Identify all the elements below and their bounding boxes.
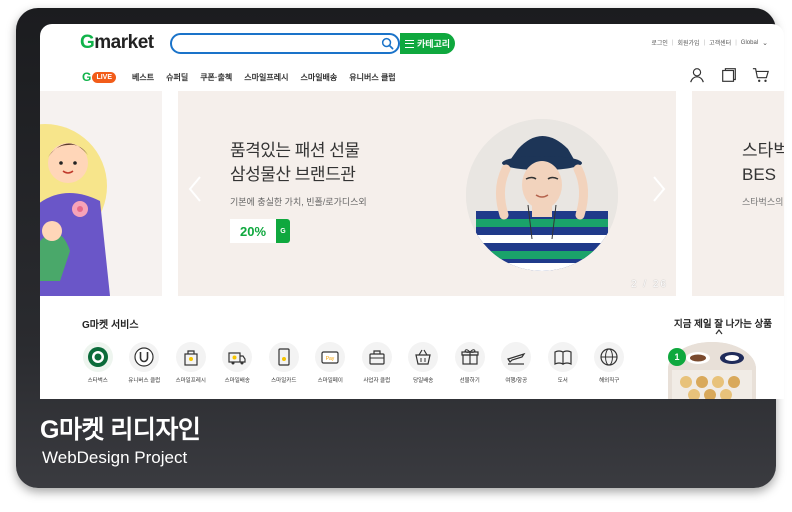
- banner-prev[interactable]: [40, 91, 162, 296]
- svg-text:Pay: Pay: [326, 356, 335, 362]
- utility-links: 로그인 | 회원가입 | 고객센터 | Global ⌄: [651, 38, 768, 48]
- service-smile-delivery[interactable]: 스마일배송: [216, 342, 260, 384]
- chevron-up-icon[interactable]: [715, 329, 723, 335]
- category-button[interactable]: 카테고리: [400, 33, 455, 54]
- rank-badge: 1: [668, 348, 686, 366]
- starbucks-icon: [87, 347, 108, 367]
- book-icon: [554, 350, 572, 365]
- service-label: 스타벅스: [87, 378, 108, 384]
- banner-pager: 2 / 26: [630, 279, 668, 290]
- website-screen: Gmarket 카테고리 로그인 | 회원가입 | 고객센터 | Global …: [40, 24, 784, 399]
- customer-center-link[interactable]: 고객센터: [709, 38, 731, 47]
- services-title: G마켓 서비스: [82, 320, 139, 331]
- nav-item-smile-delivery[interactable]: 스마일배송: [300, 72, 337, 83]
- chevron-down-icon: ⌄: [762, 39, 768, 47]
- cart-icon[interactable]: [752, 66, 770, 84]
- service-label: 유니버스 클럽: [128, 378, 161, 384]
- user-icon[interactable]: [688, 66, 706, 84]
- services-list: 스타벅스 유니버스 클럽 스마일프레시 스마일배송 스마일카드 Pay 스마일페…: [76, 342, 631, 384]
- service-smile-card[interactable]: 스마일카드: [262, 342, 306, 384]
- service-label: 도서: [557, 378, 568, 384]
- service-label: 스마일카드: [271, 378, 297, 384]
- service-label: 선물하기: [459, 378, 480, 384]
- service-label: 스마일프레시: [175, 378, 206, 384]
- discount-badge: 20%: [230, 219, 276, 243]
- nav-item-coupon[interactable]: 쿠폰·출첵: [200, 72, 232, 83]
- smile-pay-icon: Pay: [321, 351, 339, 364]
- main-nav: 베스트 슈퍼딜 쿠폰·출첵 스마일프레시 스마일배송 유니버스 클럽: [132, 72, 396, 83]
- service-travel[interactable]: 여행/항공: [495, 342, 539, 384]
- same-day-delivery-icon: [415, 349, 431, 365]
- nav-item-universe-club[interactable]: 유니버스 클럽: [349, 72, 395, 83]
- character-illustration: [40, 124, 110, 296]
- recent-items-icon[interactable]: [720, 66, 738, 84]
- smile-delivery-icon: [228, 352, 246, 365]
- divider: |: [735, 39, 737, 46]
- banner-title-line2: 삼성물산 브랜드관: [230, 165, 356, 184]
- next-banner-title-line2: BES: [742, 165, 777, 184]
- signup-link[interactable]: 회원가입: [677, 38, 699, 47]
- service-label: 당일배송: [413, 378, 434, 384]
- discount-g-badge: G: [276, 219, 290, 243]
- service-label: 사업자 클럽: [363, 378, 391, 384]
- business-club-icon: [369, 350, 385, 365]
- service-label: 스마일배송: [224, 378, 250, 384]
- service-label: 여행/항공: [505, 378, 528, 384]
- model-photo: [466, 119, 618, 271]
- project-title: G마켓 리디자인: [40, 416, 201, 444]
- banner-next[interactable]: 스타벅 BES 스타벅스의: [692, 91, 784, 296]
- service-label: 스마일페이: [317, 378, 343, 384]
- banner-subtitle: 기본에 충실한 가치, 빈폴/로가디스외: [230, 197, 367, 207]
- nav-item-best[interactable]: 베스트: [132, 72, 154, 83]
- chevron-right-icon[interactable]: [652, 175, 666, 203]
- next-banner-subtitle: 스타벅스의: [742, 197, 784, 207]
- search-icon[interactable]: [381, 37, 394, 50]
- g-live-g: G: [80, 70, 94, 84]
- banner-title: 품격있는 패션 선물 삼성물산 브랜드관: [230, 139, 360, 187]
- gift-icon: [461, 349, 479, 365]
- airplane-icon: [507, 352, 526, 365]
- service-starbucks[interactable]: 스타벅스: [76, 342, 120, 384]
- g-live-link[interactable]: G LIVE: [80, 70, 116, 84]
- logo-g: G: [80, 32, 95, 53]
- service-global[interactable]: 해외직구: [588, 342, 632, 384]
- striped-shirt: [476, 211, 608, 271]
- service-gift[interactable]: 선물하기: [448, 342, 492, 384]
- service-smile-fresh[interactable]: 스마일프레시: [169, 342, 213, 384]
- main-banner[interactable]: 품격있는 패션 선물 삼성물산 브랜드관 기본에 충실한 가치, 빈폴/로가디스…: [178, 91, 676, 296]
- model-image: [466, 119, 618, 271]
- chevron-left-icon[interactable]: [188, 175, 202, 203]
- logo-text: market: [94, 32, 154, 53]
- divider: |: [671, 39, 674, 46]
- globe-icon: [600, 348, 618, 366]
- header-icons: [688, 66, 770, 84]
- live-badge: LIVE: [92, 71, 116, 83]
- login-link[interactable]: 로그인: [651, 38, 668, 47]
- service-same-day[interactable]: 당일배송: [402, 342, 446, 384]
- category-label: 카테고리: [416, 39, 451, 49]
- next-banner-title-line1: 스타벅: [742, 141, 784, 160]
- service-label: 해외직구: [599, 378, 620, 384]
- next-banner-title: 스타벅 BES: [742, 139, 784, 187]
- gmarket-logo[interactable]: Gmarket: [80, 32, 154, 54]
- service-smile-pay[interactable]: Pay 스마일페이: [309, 342, 353, 384]
- nav-item-smile-fresh[interactable]: 스마일프레시: [244, 72, 288, 83]
- hamburger-icon: [404, 39, 414, 48]
- divider: |: [703, 39, 706, 46]
- search-input[interactable]: [170, 33, 400, 54]
- service-books[interactable]: 도서: [541, 342, 585, 384]
- global-link[interactable]: Global: [741, 40, 758, 46]
- smile-card-icon: [278, 348, 290, 366]
- service-business-club[interactable]: 사업자 클럽: [355, 342, 399, 384]
- hot-products-title: 지금 제일 잘 나가는 상품: [674, 319, 772, 330]
- project-subtitle: WebDesign Project: [42, 448, 188, 467]
- service-universe-club[interactable]: 유니버스 클럽: [123, 342, 167, 384]
- universe-club-icon: [134, 347, 154, 367]
- banner-title-line1: 품격있는 패션 선물: [230, 141, 360, 160]
- smile-fresh-icon: [184, 350, 198, 366]
- nav-item-superdeal[interactable]: 슈퍼딜: [166, 72, 188, 83]
